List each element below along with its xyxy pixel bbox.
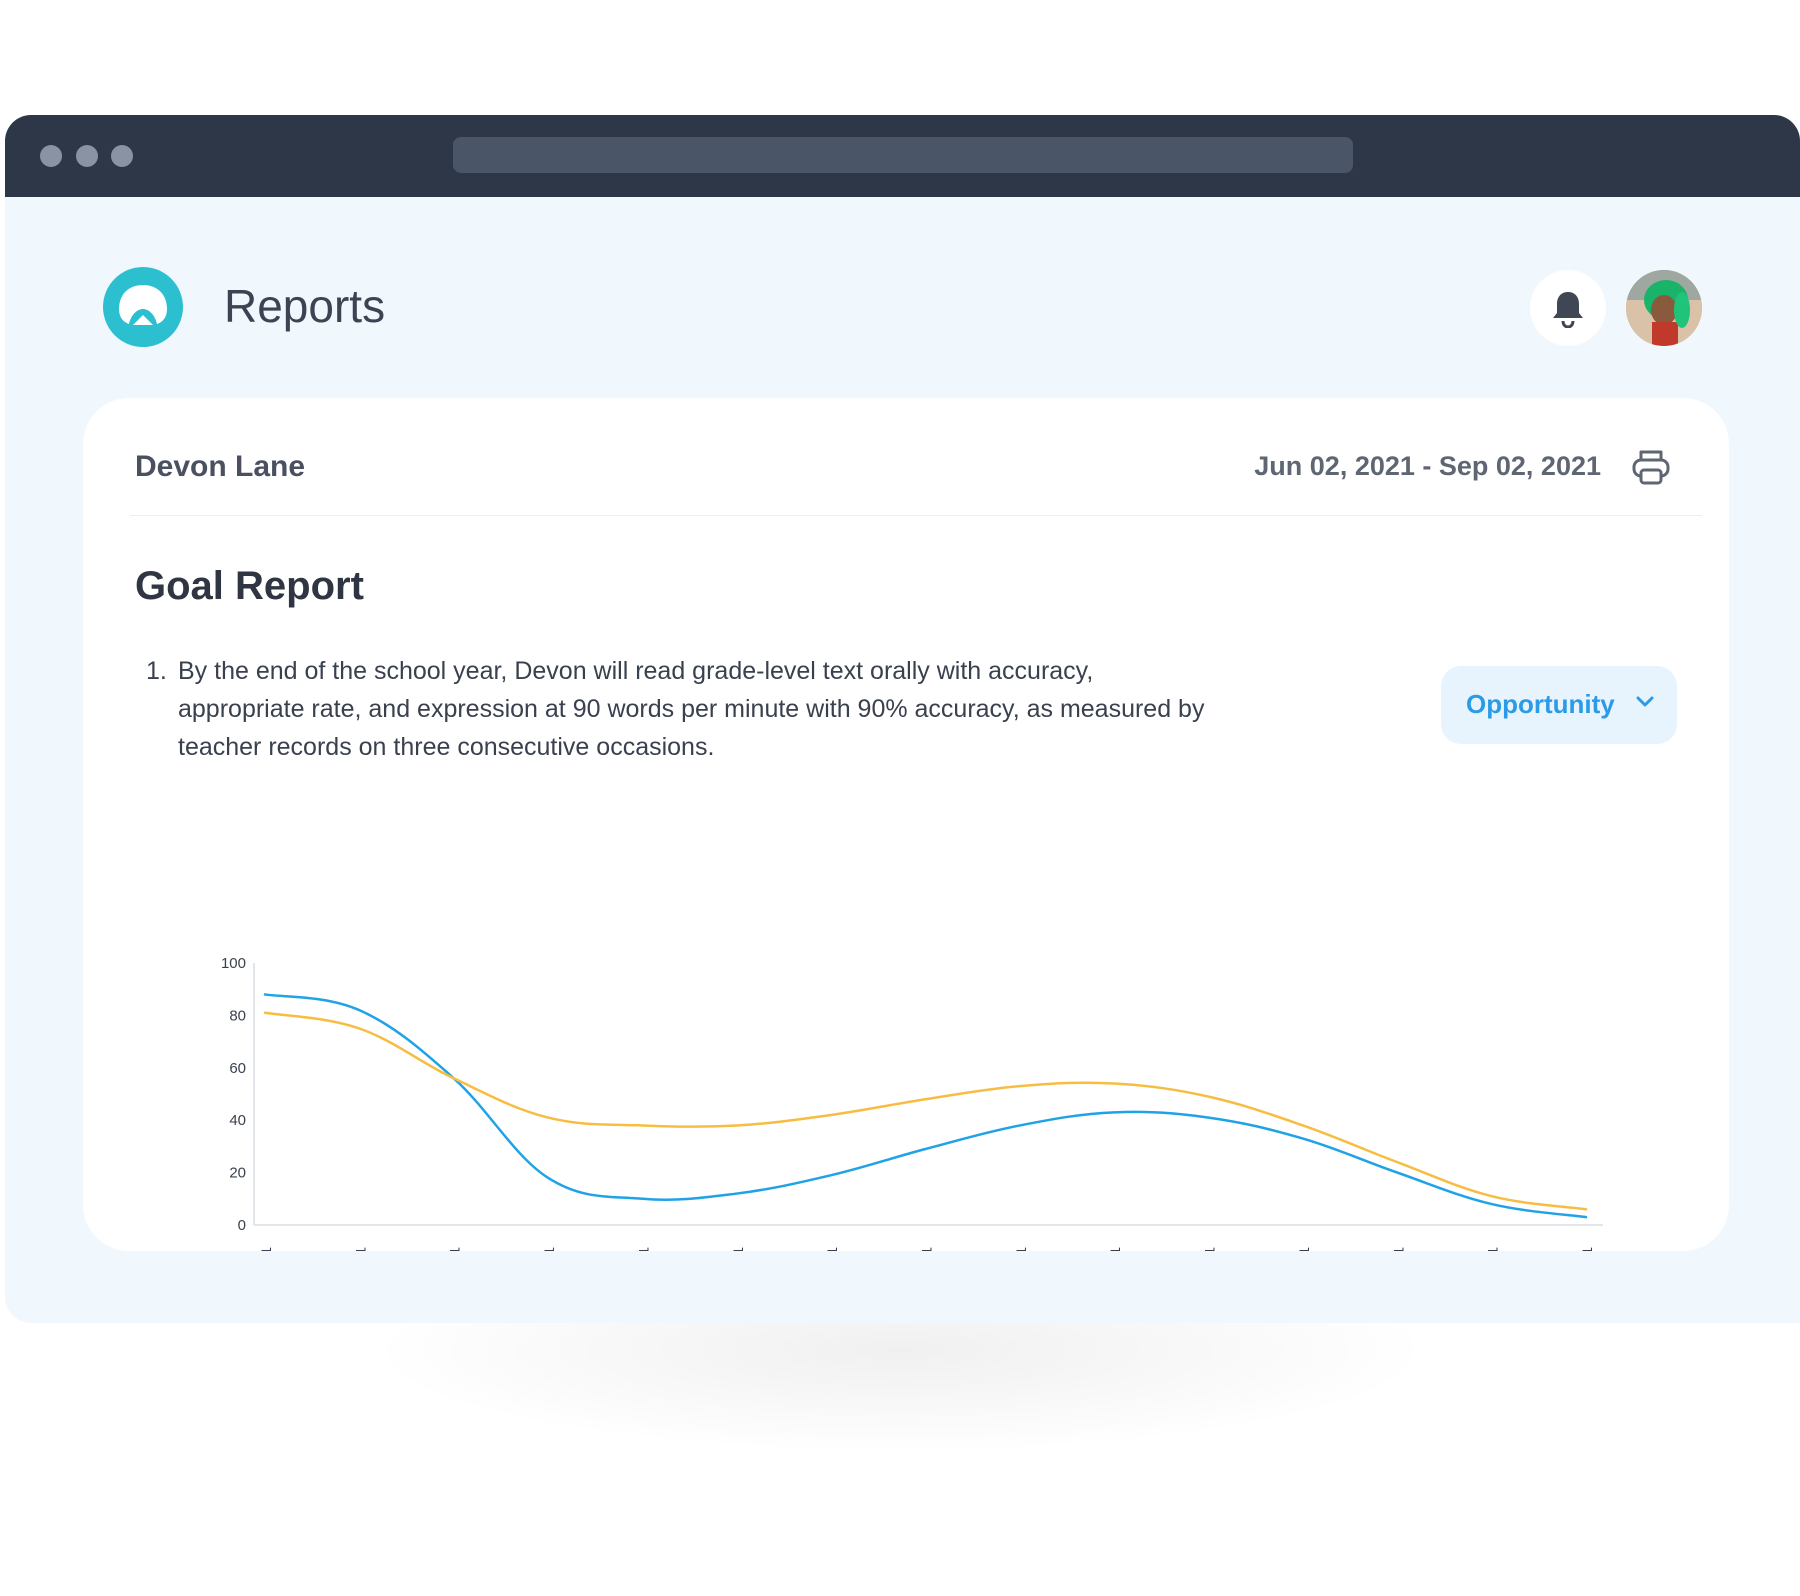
x-tick-label: 22/01/21 xyxy=(1296,1247,1312,1251)
bell-icon xyxy=(1553,292,1583,328)
series-line-1 xyxy=(263,993,1588,1219)
x-tick-label: 11/01/21 xyxy=(258,1247,274,1251)
x-tick-label: 19/01/21 xyxy=(1013,1247,1029,1251)
address-bar[interactable] xyxy=(453,137,1353,173)
x-tick-label: 13/01/21 xyxy=(447,1247,463,1251)
x-tick-label: 25/01/21 xyxy=(1579,1247,1595,1251)
x-tick-label: 21/01/21 xyxy=(1202,1247,1218,1251)
logo-icon[interactable] xyxy=(103,267,183,347)
report-card: Devon Lane Jun 02, 2021 - Sep 02, 2021 G… xyxy=(83,398,1729,1251)
x-tick-label: 20/01/21 xyxy=(1107,1247,1123,1251)
y-tick-label: 60 xyxy=(229,1060,246,1077)
y-tick-label: 20 xyxy=(229,1165,246,1182)
user-avatar[interactable] xyxy=(1626,270,1702,346)
series-line-2 xyxy=(263,1011,1588,1211)
window-control-dot[interactable] xyxy=(40,145,62,167)
notifications-button[interactable] xyxy=(1530,270,1606,346)
window-control-dot[interactable] xyxy=(76,145,98,167)
browser-window: Reports Devon Lane Jun 02, 2021 - Sep 02… xyxy=(5,115,1800,1323)
x-tick-label: 14/01/21 xyxy=(541,1247,557,1251)
x-tick-label: 24/01/21 xyxy=(1485,1247,1501,1251)
x-tick-label: 18/01/21 xyxy=(919,1247,935,1251)
page-title: Reports xyxy=(224,280,386,332)
y-tick-label: 0 xyxy=(238,1217,246,1234)
browser-titlebar xyxy=(5,115,1800,197)
y-tick-label: 100 xyxy=(221,955,246,972)
x-tick-label: 15/01/21 xyxy=(635,1247,651,1251)
y-tick-label: 40 xyxy=(229,1112,246,1129)
goal-progress-chart: 0 20 40 60 80 100 11/01/21 12/01/21 13/01/21 14/0… xyxy=(221,955,1603,1251)
x-tick-label: 23/01/21 xyxy=(1390,1247,1406,1251)
x-tick-label: 16/01/21 xyxy=(730,1247,746,1251)
x-tick-label: 17/01/21 xyxy=(824,1247,840,1251)
window-control-dot[interactable] xyxy=(111,145,133,167)
y-tick-label: 80 xyxy=(229,1007,246,1024)
x-tick-label: 12/01/21 xyxy=(352,1247,368,1251)
